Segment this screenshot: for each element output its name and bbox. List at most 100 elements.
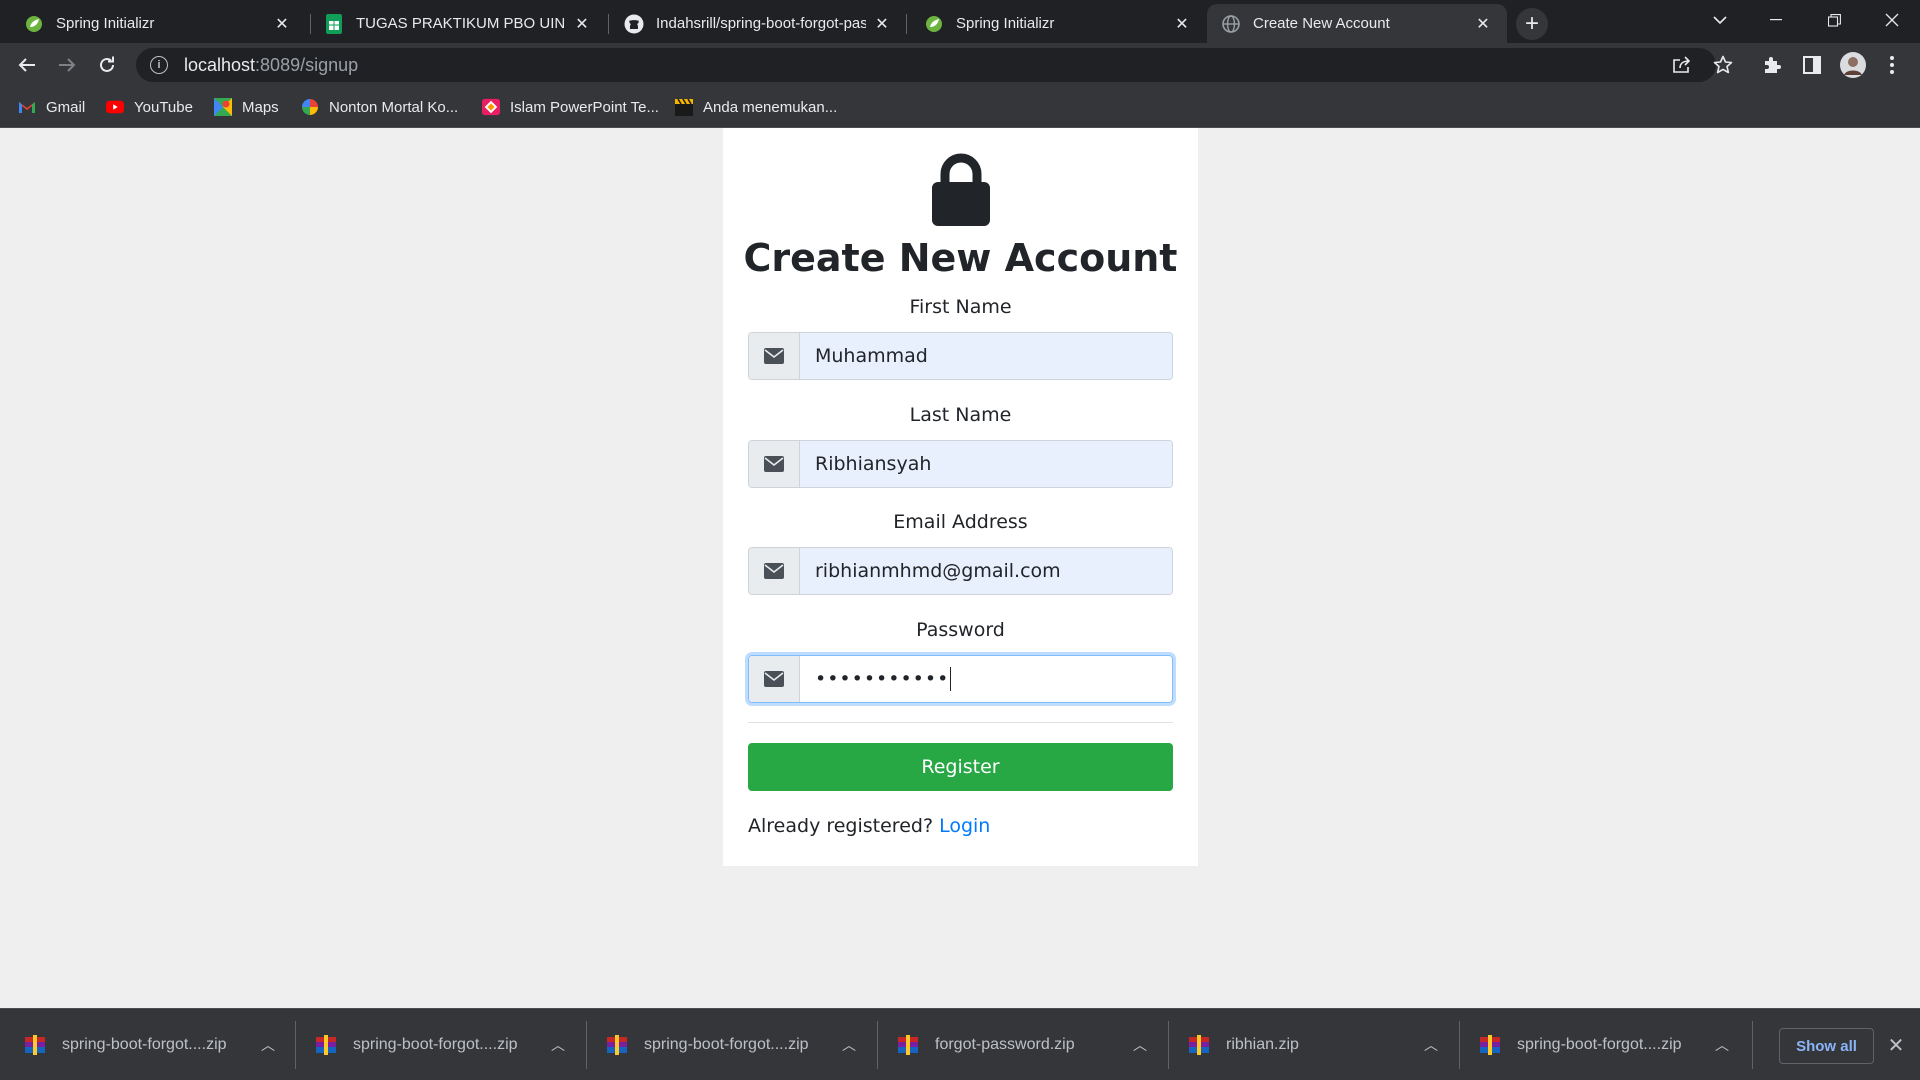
tab-tugas-praktikum[interactable]: TUGAS PRAKTIKUM PBO UIN SGD ✕ (310, 4, 606, 43)
sheets-icon (324, 13, 344, 34)
envelope-icon (749, 656, 800, 702)
zip-archive-icon (25, 1035, 45, 1055)
tab-spring-initializr-2[interactable]: Spring Initializr ✕ (910, 4, 1206, 43)
bookmark-youtube[interactable]: YouTube (106, 95, 193, 119)
restore-button[interactable] (1806, 0, 1862, 40)
bookmark-gmail[interactable]: Gmail (18, 95, 85, 119)
tab-title: Spring Initializr (56, 15, 155, 32)
first-name-input[interactable]: Muhammad (800, 333, 1172, 379)
chevron-up-icon[interactable]: ︿ (258, 1035, 278, 1055)
bookmarks-bar: Gmail YouTube Maps Nonton Mortal Ko... I… (0, 87, 1920, 128)
tab-spring-initializr-1[interactable]: Spring Initializr ✕ (10, 4, 306, 43)
download-filename: spring-boot-forgot....zip (1517, 1036, 1682, 1053)
chevron-up-icon[interactable]: ︿ (839, 1035, 859, 1055)
zip-archive-icon (1480, 1035, 1500, 1055)
download-shelf: spring-boot-forgot....zip ︿ spring-boot-… (0, 1008, 1920, 1080)
download-item[interactable]: ribhian.zip ︿ (1188, 1009, 1441, 1080)
download-item[interactable]: spring-boot-forgot....zip ︿ (315, 1009, 568, 1080)
tab-strip: Spring Initializr ✕ TUGAS PRAKTIKUM PBO … (0, 0, 1920, 43)
bookmark-star-icon[interactable] (1708, 50, 1738, 80)
last-name-field[interactable]: Ribhiansyah (748, 440, 1173, 488)
chevron-up-icon[interactable]: ︿ (1130, 1035, 1150, 1055)
download-separator (877, 1021, 878, 1069)
close-icon[interactable]: ✕ (1172, 14, 1192, 34)
extensions-icon[interactable] (1756, 49, 1788, 81)
password-field[interactable]: ••••••••••• (748, 655, 1173, 703)
download-filename: ribhian.zip (1226, 1036, 1299, 1053)
first-name-field[interactable]: Muhammad (748, 332, 1173, 380)
register-button[interactable]: Register (748, 743, 1173, 791)
bookmark-anda-menemukan[interactable]: Anda menemukan... (675, 95, 837, 119)
close-icon[interactable]: ✕ (1884, 1033, 1908, 1057)
download-separator (295, 1021, 296, 1069)
bookmark-label: YouTube (134, 98, 193, 116)
lock-icon (929, 152, 993, 226)
download-item[interactable]: spring-boot-forgot....zip ︿ (1479, 1009, 1732, 1080)
chevron-up-icon[interactable]: ︿ (548, 1035, 568, 1055)
envelope-icon (749, 333, 800, 379)
minimize-button[interactable] (1748, 0, 1804, 40)
download-separator (1752, 1021, 1753, 1069)
envelope-icon (749, 548, 800, 594)
email-field[interactable]: ribhianmhmd@gmail.com (748, 547, 1173, 595)
download-item[interactable]: spring-boot-forgot....zip ︿ (24, 1009, 278, 1080)
bookmark-maps[interactable]: Maps (214, 95, 279, 119)
already-registered-label: Already registered? (748, 815, 934, 837)
back-button[interactable] (11, 49, 43, 81)
new-tab-button[interactable]: + (1516, 8, 1548, 40)
bookmark-nonton-mortal[interactable]: Nonton Mortal Ko... (301, 95, 458, 119)
download-separator (1168, 1021, 1169, 1069)
download-separator (1459, 1021, 1460, 1069)
bookmark-label: Nonton Mortal Ko... (329, 98, 459, 116)
forward-button[interactable] (51, 49, 83, 81)
chevron-up-icon[interactable]: ︿ (1421, 1035, 1441, 1055)
bookmark-label: Anda menemukan... (703, 98, 838, 116)
last-name-input[interactable]: Ribhiansyah (800, 441, 1172, 487)
close-icon[interactable]: ✕ (572, 14, 592, 34)
maps-icon (214, 98, 232, 116)
show-all-button[interactable]: Show all (1779, 1028, 1874, 1064)
tab-github-repo[interactable]: Indahsrill/spring-boot-forgot-pass ✕ (610, 4, 906, 43)
close-icon[interactable]: ✕ (272, 14, 292, 34)
password-label: Password (916, 619, 1005, 641)
window-close-button[interactable] (1864, 0, 1920, 40)
download-item[interactable]: forgot-password.zip ︿ (897, 1009, 1150, 1080)
share-icon[interactable] (1667, 50, 1697, 80)
bookmark-label: Maps (242, 98, 279, 116)
zip-archive-icon (898, 1035, 918, 1055)
browser-toolbar: i localhost:8089/signup (0, 43, 1920, 87)
spring-icon (24, 14, 44, 34)
side-panel-icon[interactable] (1796, 49, 1828, 81)
signup-card: Create New Account First Name Muhammad L… (723, 128, 1198, 866)
address-path: :8089/signup (255, 54, 359, 75)
password-mask: ••••••••••• (815, 668, 950, 690)
bookmark-label: Gmail (46, 98, 86, 116)
avatar[interactable] (1837, 49, 1869, 81)
login-link[interactable]: Login (939, 815, 990, 837)
slides-icon (482, 98, 500, 116)
globe-icon (1221, 14, 1241, 34)
zip-archive-icon (316, 1035, 336, 1055)
youtube-icon (106, 98, 124, 116)
download-filename: spring-boot-forgot....zip (62, 1036, 227, 1053)
tab-separator (608, 14, 609, 34)
close-icon[interactable]: ✕ (872, 14, 892, 34)
download-item[interactable]: spring-boot-forgot....zip ︿ (606, 1009, 859, 1080)
chevron-up-icon[interactable]: ︿ (1712, 1035, 1732, 1055)
clapper-icon (675, 98, 693, 116)
tab-separator (906, 14, 907, 34)
tab-create-new-account[interactable]: Create New Account ✕ (1207, 4, 1507, 43)
envelope-icon (749, 441, 800, 487)
tab-title: TUGAS PRAKTIKUM PBO UIN SGD (356, 15, 566, 32)
email-label: Email Address (893, 511, 1028, 533)
download-separator (586, 1021, 587, 1069)
tab-search-chevron-icon[interactable] (1692, 0, 1748, 40)
site-info-icon[interactable]: i (150, 56, 168, 74)
address-bar[interactable]: i localhost:8089/signup (136, 48, 1716, 82)
password-input[interactable]: ••••••••••• (800, 656, 1172, 702)
reload-button[interactable] (91, 49, 123, 81)
email-input[interactable]: ribhianmhmd@gmail.com (800, 548, 1172, 594)
bookmark-islam-powerpoint[interactable]: Islam PowerPoint Te... (482, 95, 659, 119)
menu-kebab-icon[interactable] (1876, 49, 1908, 81)
close-icon[interactable]: ✕ (1473, 14, 1493, 34)
